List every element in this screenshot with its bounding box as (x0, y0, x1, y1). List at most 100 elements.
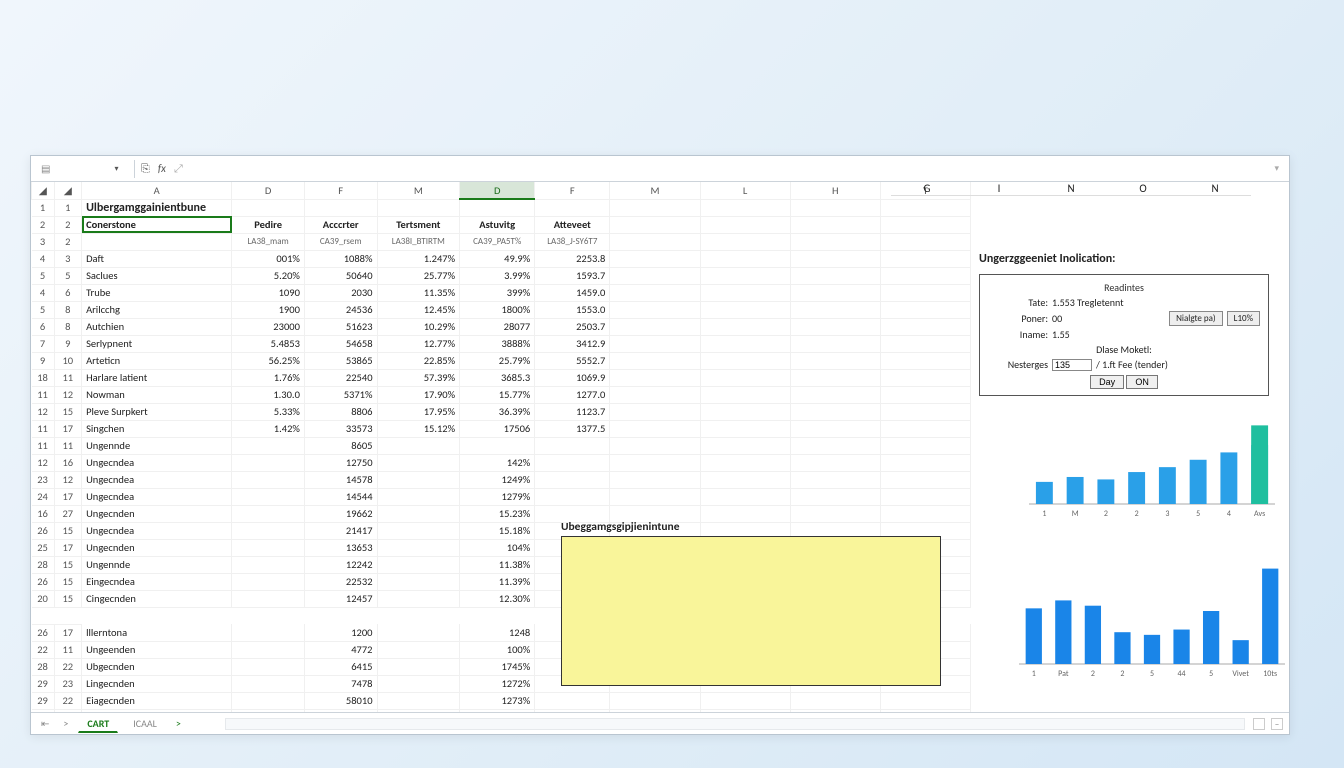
cell[interactable] (700, 284, 790, 301)
cell[interactable] (377, 488, 460, 505)
expand-icon[interactable]: ⤢ (174, 162, 183, 176)
cell[interactable] (790, 352, 880, 369)
cell[interactable]: 2503.7 (535, 318, 610, 335)
cell[interactable]: Ubgecnden (82, 658, 232, 675)
cell[interactable]: 4772 (304, 641, 377, 658)
tab-nav-prev[interactable]: ⇤ (37, 717, 53, 730)
cell[interactable] (790, 233, 880, 250)
cell[interactable] (700, 318, 790, 335)
cell[interactable]: Harlare latient (82, 369, 232, 386)
col-header-D2[interactable]: D (460, 182, 535, 199)
cell[interactable]: 3412.9 (535, 335, 610, 352)
cell[interactable] (700, 420, 790, 437)
cell[interactable] (700, 454, 790, 471)
cell[interactable]: 22532 (304, 573, 377, 590)
cell[interactable]: Ungeenden (82, 641, 232, 658)
col-header-F2[interactable]: F (535, 182, 610, 199)
grid-scroll[interactable]: ◢ ◢ A D F M D F M L H T (31, 182, 1289, 712)
cell[interactable] (377, 641, 460, 658)
cell[interactable]: 56.25% (232, 352, 305, 369)
cell[interactable]: Pleve Surpkert (82, 403, 232, 420)
cell[interactable]: 15.23% (460, 505, 535, 522)
row-header[interactable]: 26 (32, 573, 55, 590)
cell[interactable] (610, 301, 700, 318)
cell[interactable] (377, 590, 460, 607)
row-header[interactable]: 17 (54, 488, 82, 505)
cell[interactable] (232, 522, 305, 539)
cell[interactable] (610, 488, 700, 505)
cell[interactable]: 51623 (304, 318, 377, 335)
cell[interactable] (700, 369, 790, 386)
cell[interactable] (790, 454, 880, 471)
cell[interactable]: 100% (460, 641, 535, 658)
cell[interactable]: 58010 (304, 692, 377, 709)
cell[interactable]: 23000 (232, 318, 305, 335)
cell[interactable] (377, 573, 460, 590)
cell[interactable] (880, 233, 970, 250)
cell[interactable]: Ungennde (82, 556, 232, 573)
cell[interactable]: 24536 (304, 301, 377, 318)
cell[interactable]: 1.247% (377, 250, 460, 267)
cell[interactable] (880, 386, 970, 403)
cell[interactable] (535, 199, 610, 216)
row-header[interactable]: 22 (54, 658, 82, 675)
cell[interactable]: 2253.8 (535, 250, 610, 267)
row-header[interactable]: 10 (54, 352, 82, 369)
row-header[interactable]: 28 (32, 556, 55, 573)
cell[interactable] (700, 352, 790, 369)
cell[interactable]: Singchen (82, 420, 232, 437)
cell[interactable] (790, 284, 880, 301)
cell[interactable] (790, 216, 880, 233)
row-header[interactable]: 11 (54, 369, 82, 386)
cell[interactable]: 2030 (304, 284, 377, 301)
cell[interactable] (610, 709, 700, 712)
cell[interactable] (610, 454, 700, 471)
cell[interactable] (610, 318, 700, 335)
row-header[interactable]: 15 (54, 522, 82, 539)
cell[interactable] (880, 420, 970, 437)
cell[interactable] (880, 692, 970, 709)
cell[interactable] (610, 284, 700, 301)
cell[interactable]: 5.4853 (232, 335, 305, 352)
dlg-btn-on[interactable]: ON (1126, 375, 1158, 389)
row-header[interactable]: 15 (54, 590, 82, 607)
cell[interactable]: 1123.7 (535, 403, 610, 420)
dlg-btn-mid[interactable]: Nialgte pa) (1169, 311, 1223, 326)
col-header-O[interactable]: O (1107, 182, 1179, 196)
cell[interactable] (880, 267, 970, 284)
cell[interactable]: 11.35% (377, 284, 460, 301)
row-header[interactable]: 11 (54, 641, 82, 658)
cell[interactable]: 1088% (304, 250, 377, 267)
cell[interactable]: Trube (82, 284, 232, 301)
col-header-F[interactable]: F (304, 182, 377, 199)
paste-icon[interactable]: ⎘ (141, 162, 150, 176)
cell[interactable] (790, 301, 880, 318)
cell[interactable] (790, 488, 880, 505)
row-header[interactable]: 11 (32, 437, 55, 454)
cell[interactable] (232, 658, 305, 675)
cell[interactable] (790, 386, 880, 403)
cell[interactable]: 1090 (232, 284, 305, 301)
cell[interactable] (880, 369, 970, 386)
row-header[interactable]: 4 (32, 284, 55, 301)
cell[interactable]: 5371% (304, 386, 377, 403)
cell[interactable] (700, 386, 790, 403)
row-header[interactable]: 29 (32, 675, 55, 692)
row-header[interactable]: 26 (32, 522, 55, 539)
cell[interactable]: 1246% (460, 709, 535, 712)
cell[interactable] (535, 471, 610, 488)
cell[interactable]: 7478 (304, 675, 377, 692)
cell[interactable] (880, 488, 970, 505)
cell[interactable]: 36.39% (460, 403, 535, 420)
cell[interactable]: 1900 (232, 301, 305, 318)
cell[interactable]: Autchien (82, 318, 232, 335)
cell[interactable] (377, 199, 460, 216)
cell[interactable] (790, 471, 880, 488)
cell[interactable]: Cingecnden (82, 590, 232, 607)
cell[interactable]: 13653 (304, 539, 377, 556)
col-header-M[interactable]: M (377, 182, 460, 199)
cell[interactable] (377, 709, 460, 712)
cell[interactable] (535, 454, 610, 471)
cell[interactable]: 12750 (304, 454, 377, 471)
cell[interactable]: Serlypnent (82, 335, 232, 352)
